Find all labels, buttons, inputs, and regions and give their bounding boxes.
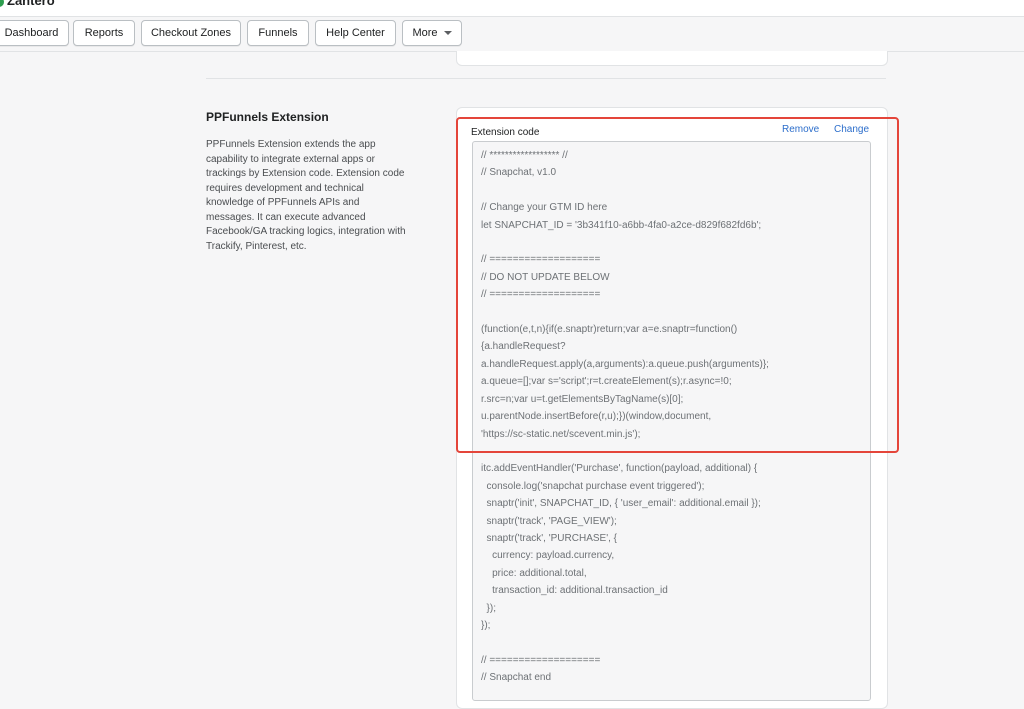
nav-bar: Dashboard Reports Checkout Zones Funnels… bbox=[0, 17, 1024, 52]
section-title: PPFunnels Extension bbox=[206, 110, 329, 124]
brand-icon bbox=[0, 0, 4, 7]
nav-reports-button[interactable]: Reports bbox=[73, 20, 135, 46]
brand-name: Zantero bbox=[7, 0, 55, 8]
change-link[interactable]: Change bbox=[834, 124, 869, 135]
nav-funnels-label: Funnels bbox=[258, 27, 298, 39]
nav-funnels-button[interactable]: Funnels bbox=[247, 20, 309, 46]
remove-link[interactable]: Remove bbox=[782, 124, 819, 135]
extension-code-textarea[interactable]: // ****************** // // Snapchat, v1… bbox=[472, 141, 871, 701]
nav-more-dropdown[interactable]: More bbox=[402, 20, 462, 46]
nav-reports-label: Reports bbox=[84, 27, 124, 39]
nav-help-center-button[interactable]: Help Center bbox=[315, 20, 396, 46]
nav-dashboard-button[interactable]: Dashboard bbox=[0, 20, 69, 46]
nav-checkout-zones-button[interactable]: Checkout Zones bbox=[141, 20, 241, 46]
previous-card bbox=[456, 51, 888, 66]
top-bar: Zantero bbox=[0, 0, 1024, 17]
nav-checkout-zones-label: Checkout Zones bbox=[150, 27, 232, 39]
nav-more-label: More bbox=[412, 27, 438, 39]
chevron-down-icon bbox=[443, 31, 452, 36]
nav-help-center-label: Help Center bbox=[326, 27, 385, 39]
nav-dashboard-label: Dashboard bbox=[4, 27, 59, 39]
section-description: PPFunnels Extension extends the app capa… bbox=[206, 139, 406, 252]
brand-logo[interactable]: Zantero bbox=[0, 0, 55, 8]
extension-code-label: Extension code bbox=[471, 127, 540, 138]
section-divider bbox=[206, 78, 886, 79]
